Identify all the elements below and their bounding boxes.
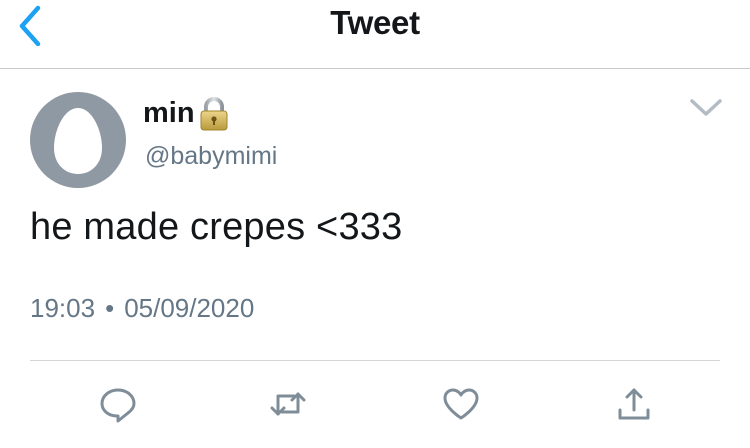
page-title: Tweet <box>330 4 420 41</box>
tweet-timestamp: 19:03 • 05/09/2020 <box>30 293 254 324</box>
divider <box>30 360 720 361</box>
share-icon <box>618 388 650 420</box>
default-egg-avatar-icon <box>54 108 102 174</box>
reply-button[interactable] <box>98 384 138 424</box>
heart-icon <box>443 388 479 420</box>
separator-dot: • <box>105 293 115 323</box>
user-handle[interactable]: @babymimi <box>145 142 277 171</box>
tweet-menu-button[interactable] <box>688 94 724 122</box>
tweet-time: 19:03 <box>30 293 96 323</box>
lock-icon <box>200 97 228 131</box>
tweet-date: 05/09/2020 <box>124 293 255 323</box>
retweet-icon <box>270 392 306 416</box>
chevron-down-icon <box>690 99 722 116</box>
share-button[interactable] <box>614 384 654 424</box>
reply-icon <box>100 388 136 423</box>
display-name[interactable]: min <box>143 97 195 130</box>
author-name-row[interactable]: min <box>143 92 229 134</box>
navigation-bar: Tweet <box>0 0 750 69</box>
like-button[interactable] <box>441 384 481 424</box>
avatar[interactable] <box>30 92 126 188</box>
tweet-text: he made crepes <333 <box>30 206 403 248</box>
retweet-button[interactable] <box>268 384 308 424</box>
